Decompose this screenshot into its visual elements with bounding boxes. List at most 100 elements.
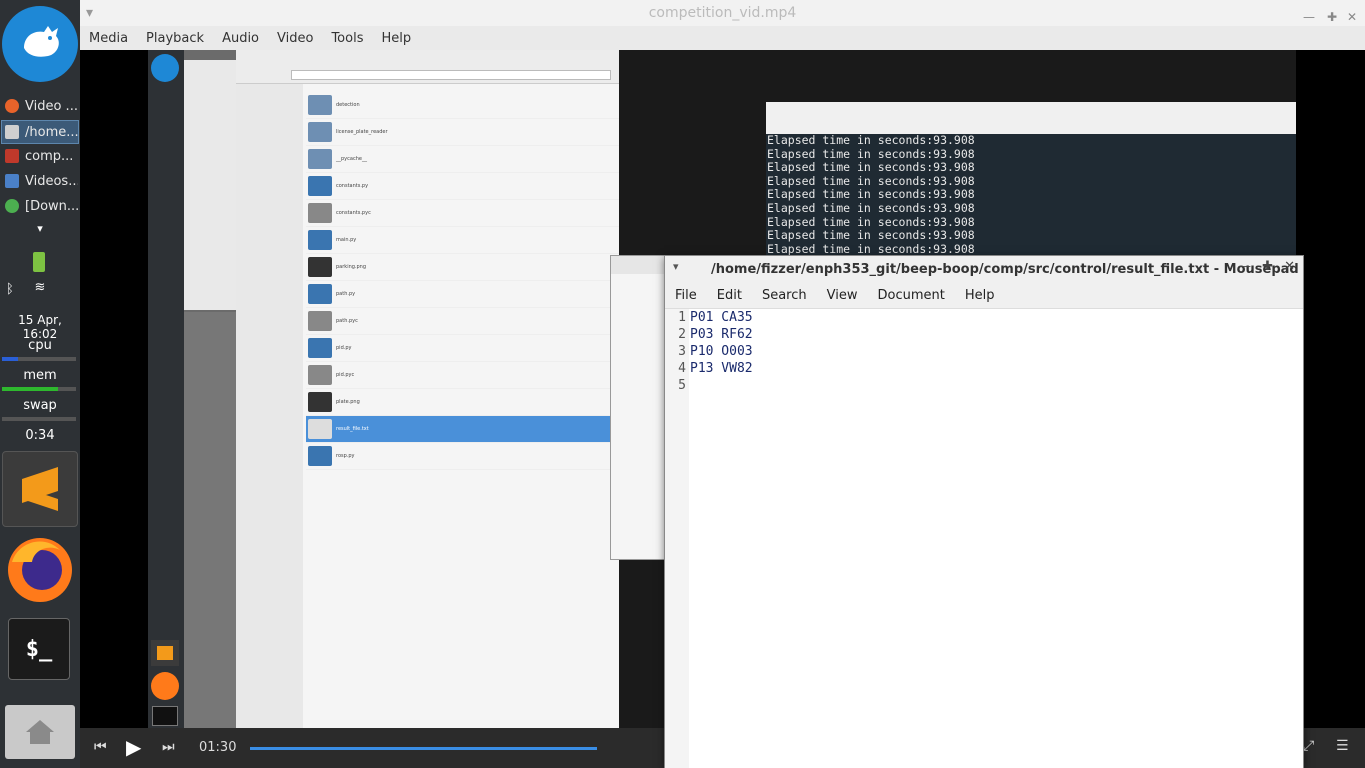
home-folder-launcher[interactable] <box>5 705 75 759</box>
file-name: license_plate_reader <box>336 129 388 135</box>
terminal-launcher[interactable]: $_ <box>8 618 70 680</box>
terminal-line: Elapsed time in seconds:93.908 <box>767 214 975 229</box>
recorded-sublime-icon <box>151 640 179 666</box>
sublime-text-launcher[interactable] <box>2 451 78 527</box>
firefox-icon <box>8 538 72 602</box>
firefox-launcher[interactable] <box>2 530 78 606</box>
text-line[interactable]: P13 VW82 <box>690 360 753 377</box>
text-line[interactable]: P01 CA35 <box>690 309 753 326</box>
maximize-icon[interactable]: ✚ <box>1262 259 1273 274</box>
menu-document[interactable]: Document <box>867 288 954 303</box>
menu-file[interactable]: File <box>665 288 707 303</box>
wifi-icon[interactable]: ≋ <box>30 280 50 295</box>
taskbar-item-downloads[interactable]: [Down... <box>2 195 78 217</box>
file-row[interactable]: license_plate_reader <box>306 119 619 146</box>
text-line[interactable]: P10 O003 <box>690 343 753 360</box>
menu-search[interactable]: Search <box>752 288 817 303</box>
sublime-text-icon <box>22 467 58 511</box>
file-type-icon <box>308 149 332 169</box>
file-type-icon <box>308 419 332 439</box>
xfce-menu-button[interactable] <box>2 6 78 82</box>
file-row[interactable]: pid.py <box>306 335 619 362</box>
download-icon <box>5 199 19 213</box>
recorded-file-manager: detection license_plate_reader __pycache__… <box>236 50 619 728</box>
file-row[interactable]: path.pyc <box>306 308 619 335</box>
line-number: 4 <box>678 361 686 376</box>
recorded-path-bar <box>291 70 611 80</box>
file-row[interactable]: path.py <box>306 281 619 308</box>
text-editor-area[interactable]: 1 2 3 4 5 P01 CA35 P03 RF62 P10 O003 P13… <box>665 308 1303 768</box>
file-manager-icon <box>5 174 19 188</box>
menu-edit[interactable]: Edit <box>707 288 752 303</box>
file-type-icon <box>308 392 332 412</box>
play-icon[interactable]: ▶ <box>126 735 141 759</box>
taskbar-item-competition[interactable]: comp... <box>2 145 78 167</box>
menu-video[interactable]: Video <box>268 31 322 46</box>
file-row[interactable]: constants.py <box>306 173 619 200</box>
taskbar-item-home[interactable]: /home... <box>1 120 79 144</box>
taskbar-item-videos[interactable]: Videos... <box>2 170 78 192</box>
file-row[interactable]: rosp.py <box>306 443 619 470</box>
window-menu-icon[interactable]: ▾ <box>673 260 679 273</box>
menu-playback[interactable]: Playback <box>137 31 213 46</box>
file-name: rosp.py <box>336 453 355 459</box>
file-row[interactable]: pid.pyc <box>306 362 619 389</box>
line-number: 3 <box>678 344 686 359</box>
recorded-firefox-icon <box>151 672 179 700</box>
text-editor-icon <box>5 125 19 139</box>
xfce-mouse-icon <box>24 26 59 57</box>
minimize-icon[interactable]: — <box>1239 259 1251 273</box>
chevron-down-icon[interactable]: ▾ <box>0 222 80 235</box>
menu-media[interactable]: Media <box>80 31 137 46</box>
file-row[interactable]: __pycache__ <box>306 146 619 173</box>
taskbar-item-video[interactable]: Video ... <box>2 95 78 117</box>
cpu-label: cpu <box>28 338 52 353</box>
file-type-icon <box>308 311 332 331</box>
terminal-line: Elapsed time in seconds:93.908 <box>767 133 975 147</box>
file-row[interactable]: parking.png <box>306 254 619 281</box>
fast-forward-icon[interactable]: ⏭ <box>162 739 175 755</box>
menu-help[interactable]: Help <box>955 288 1005 303</box>
line-number-gutter: 1 2 3 4 5 <box>665 309 689 768</box>
file-name: detection <box>336 102 360 108</box>
window-menu-icon[interactable]: ▾ <box>86 0 93 26</box>
rewind-icon[interactable]: ⏮ <box>94 739 107 755</box>
desktop: Video ... /home... comp... Videos... [Do… <box>0 0 1365 768</box>
line-number: 1 <box>678 310 686 325</box>
file-row[interactable]: main.py <box>306 227 619 254</box>
terminal-output: Elapsed time in seconds:93.908 Elapsed ti… <box>766 133 1296 256</box>
menu-view[interactable]: View <box>817 288 868 303</box>
menu-tools[interactable]: Tools <box>322 31 372 46</box>
file-type-icon <box>308 338 332 358</box>
clock[interactable]: 15 Apr, 16:02 <box>0 313 80 341</box>
menu-audio[interactable]: Audio <box>213 31 268 46</box>
swap-meter <box>2 417 76 421</box>
recorded-xfce-icon <box>151 54 179 82</box>
file-row[interactable]: plate.png <box>306 389 619 416</box>
recorded-small-editor-header <box>611 256 665 274</box>
playlist-icon[interactable]: ☰ <box>1336 738 1349 754</box>
recorded-side-panel <box>184 50 236 728</box>
line-number: 2 <box>678 327 686 342</box>
text-line[interactable]: P03 RF62 <box>690 326 753 343</box>
line-number: 5 <box>678 378 686 393</box>
text-line[interactable] <box>690 377 753 394</box>
battery-icon[interactable] <box>33 252 45 272</box>
file-type-icon <box>308 365 332 385</box>
seek-bar[interactable] <box>250 747 597 750</box>
mem-label: mem <box>23 368 57 383</box>
file-row[interactable]: detection <box>306 92 619 119</box>
file-type-icon <box>308 230 332 250</box>
bluetooth-icon[interactable]: ᛒ <box>6 282 14 297</box>
file-row[interactable]: constants.pyc <box>306 200 619 227</box>
menu-help[interactable]: Help <box>372 31 420 46</box>
fullscreen-icon[interactable]: ⤢ <box>1303 738 1314 754</box>
mem-meter <box>2 387 76 391</box>
terminal-line: Elapsed time in seconds:93.908 <box>767 146 975 161</box>
player-titlebar: ▾ competition_vid.mp4 — ✚ ✕ <box>80 0 1365 26</box>
editor-text[interactable]: P01 CA35 P03 RF62 P10 O003 P13 VW82 <box>690 309 753 394</box>
close-icon[interactable]: ✕ <box>1284 259 1295 274</box>
terminal-icon: $_ <box>25 636 53 662</box>
file-row[interactable]: result_file.txt <box>306 416 619 443</box>
player-menubar: Media Playback Audio Video Tools Help <box>80 26 1365 50</box>
